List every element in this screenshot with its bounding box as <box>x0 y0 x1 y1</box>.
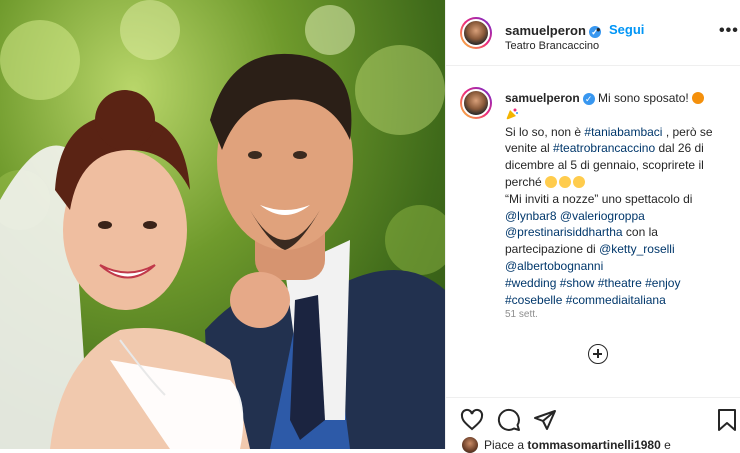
location-link[interactable]: Teatro Brancaccino <box>505 40 599 52</box>
post-timestamp[interactable]: 51 sett. <box>505 309 538 320</box>
more-options-icon[interactable]: ••• <box>719 22 739 40</box>
wedding-photo-illustration <box>0 0 445 449</box>
likes-summary: Piace a tommasomartinelli1980 e <box>484 438 671 452</box>
username-link[interactable]: samuelperon ✓ <box>505 23 601 38</box>
caption-area: samuelperon ✓ Mi sono sposato! Si lo so, … <box>446 66 740 396</box>
post-sidebar: samuelperon ✓ • Segui Teatro Brancaccino … <box>445 0 740 453</box>
caption-text: samuelperon ✓ Mi sono sposato! Si lo so, … <box>505 90 730 308</box>
party-popper-icon <box>506 108 518 120</box>
likes-prefix: Piace a <box>484 438 525 452</box>
mention-link[interactable]: @lynbar8 <box>505 209 557 223</box>
comment-icon[interactable] <box>497 408 521 432</box>
mention-link[interactable]: @ketty_roselli <box>599 242 675 256</box>
liker-avatar[interactable] <box>462 437 478 453</box>
separator-dot: • <box>596 22 601 37</box>
caption-username[interactable]: samuelperon <box>505 91 580 105</box>
heart-icon[interactable] <box>460 408 484 432</box>
liker-username[interactable]: tommasomartinelli1980 <box>527 438 660 452</box>
mention-link[interactable]: @albertobognanni <box>505 259 603 273</box>
verified-badge-icon: ✓ <box>582 92 595 105</box>
grin-emoji-icon <box>559 175 572 188</box>
likes-suffix: e <box>664 438 671 452</box>
hashtag-links[interactable]: #wedding #show #theatre #enjoy <box>505 276 680 290</box>
follow-button[interactable]: Segui <box>609 22 644 37</box>
post-header: samuelperon ✓ • Segui Teatro Brancaccino … <box>446 0 740 66</box>
tongue-emoji-icon <box>573 175 586 188</box>
caption-text-d: “Mi inviti a nozze” uno spettacolo di <box>505 191 693 206</box>
share-icon[interactable] <box>533 408 557 432</box>
wink-emoji-icon <box>545 175 558 188</box>
avatar[interactable] <box>460 87 492 119</box>
caption-line1: Mi sono sposato! <box>598 91 689 105</box>
hashtag-links[interactable]: #cosebelle #commediaitaliana <box>505 293 666 307</box>
avatar[interactable] <box>460 17 492 49</box>
bookmark-icon[interactable] <box>716 408 738 432</box>
heart-eyes-emoji-icon <box>692 92 705 104</box>
caption-text-a: Si lo so, non è <box>505 124 582 139</box>
post-photo[interactable] <box>0 0 445 449</box>
hashtag-link[interactable]: #taniabambaci <box>584 125 662 139</box>
username-text[interactable]: samuelperon <box>505 23 586 38</box>
mention-link[interactable]: @prestinarisiddhartha <box>505 225 623 239</box>
mention-link[interactable]: @valeriogroppa <box>560 209 645 223</box>
hashtag-link[interactable]: #teatrobrancaccino <box>553 141 655 155</box>
plus-circle-icon[interactable] <box>588 344 608 364</box>
